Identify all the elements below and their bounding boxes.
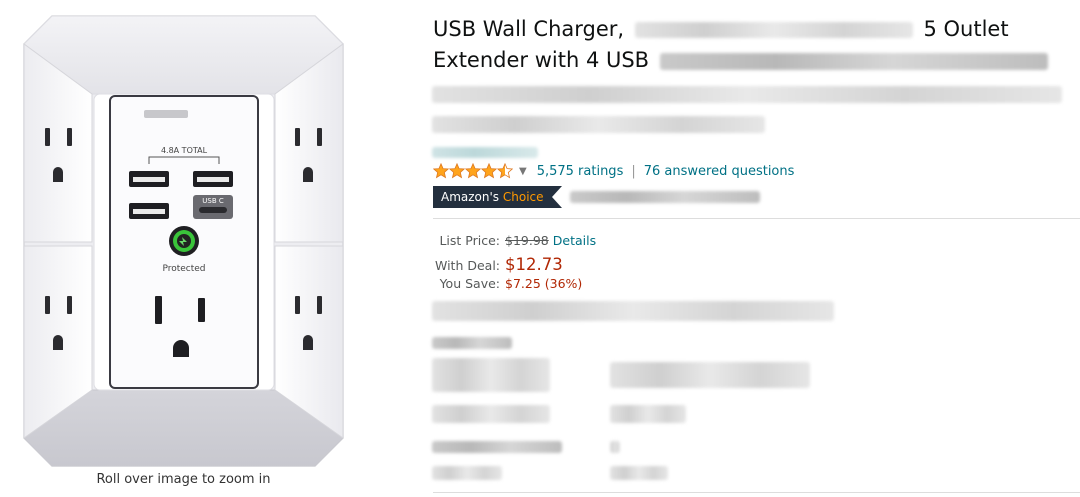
title-part-2: 5 Outlet: [923, 17, 1009, 41]
redacted-spec-label-3: [432, 466, 502, 480]
product-title: USB Wall Charger, 5 Outlet Extender with…: [433, 14, 1073, 76]
badge-choice-word: Choice: [502, 190, 544, 204]
list-price-label: List Price:: [439, 233, 500, 248]
device-total-label: 4.8A TOTAL: [161, 146, 208, 155]
ratings-link[interactable]: 5,575 ratings: [537, 164, 624, 179]
list-price-row: List Price: $19.98 Details: [433, 233, 596, 255]
redacted-choice-category[interactable]: [569, 191, 760, 203]
you-save-row: You Save: $7.25 (36%): [433, 276, 596, 298]
bottom-divider: [433, 492, 1080, 493]
redacted-label-1: [432, 337, 512, 349]
deal-price-label: With Deal:: [434, 257, 500, 273]
deal-price-value: $12.73: [505, 254, 563, 274]
title-line-2: Extender with 4 USB: [433, 48, 650, 72]
redacted-spec-value-2: [610, 441, 620, 453]
rating-separator: |: [631, 163, 636, 179]
redacted-option-image[interactable]: [432, 358, 550, 392]
star-rating[interactable]: ▼: [433, 163, 537, 179]
protected-label: Protected: [162, 264, 205, 274]
you-save-label: You Save:: [439, 276, 500, 291]
usb-wall-charger-image: 4.8A TOTAL USB C Protected: [23, 15, 344, 467]
amazons-choice-badge[interactable]: Amazon's Choice: [433, 186, 562, 208]
badge-prefix: Amazon's: [441, 190, 500, 204]
you-save-value: $7.25 (36%): [505, 276, 583, 291]
list-price-value: $19.98: [505, 233, 549, 248]
choice-row: Amazon's Choice: [433, 186, 760, 208]
redacted-title-line-3: [432, 86, 1062, 103]
product-image[interactable]: 4.8A TOTAL USB C Protected: [22, 14, 345, 468]
redacted-spec-label-1: [432, 405, 550, 423]
redacted-spec-label-2: [432, 441, 562, 453]
title-part-1: USB Wall Charger,: [433, 17, 625, 41]
redacted-spec-value-3: [610, 466, 668, 480]
section-divider: [433, 218, 1080, 219]
usb-c-label: USB C: [202, 197, 224, 205]
star-icon: [433, 163, 513, 178]
details-link[interactable]: Details: [553, 233, 596, 248]
zoom-hint: Roll over image to zoom in: [96, 472, 271, 487]
redacted-title-line-4: [432, 116, 765, 133]
redacted-shipping-line: [432, 301, 834, 321]
deal-price-row: With Deal: $12.73: [433, 255, 596, 277]
answered-questions-link[interactable]: 76 answered questions: [644, 164, 795, 179]
redacted-option-value: [610, 362, 810, 388]
redacted-title-text: [659, 52, 1048, 70]
rating-row: ▼ 5,575 ratings | 76 answered questions: [433, 160, 794, 182]
redacted-brand-text: [634, 22, 913, 38]
price-block: List Price: $19.98 Details With Deal: $1…: [433, 233, 596, 298]
redacted-spec-value-1: [610, 405, 686, 423]
brand-store-link[interactable]: [432, 147, 538, 158]
chevron-down-icon[interactable]: ▼: [519, 166, 527, 177]
